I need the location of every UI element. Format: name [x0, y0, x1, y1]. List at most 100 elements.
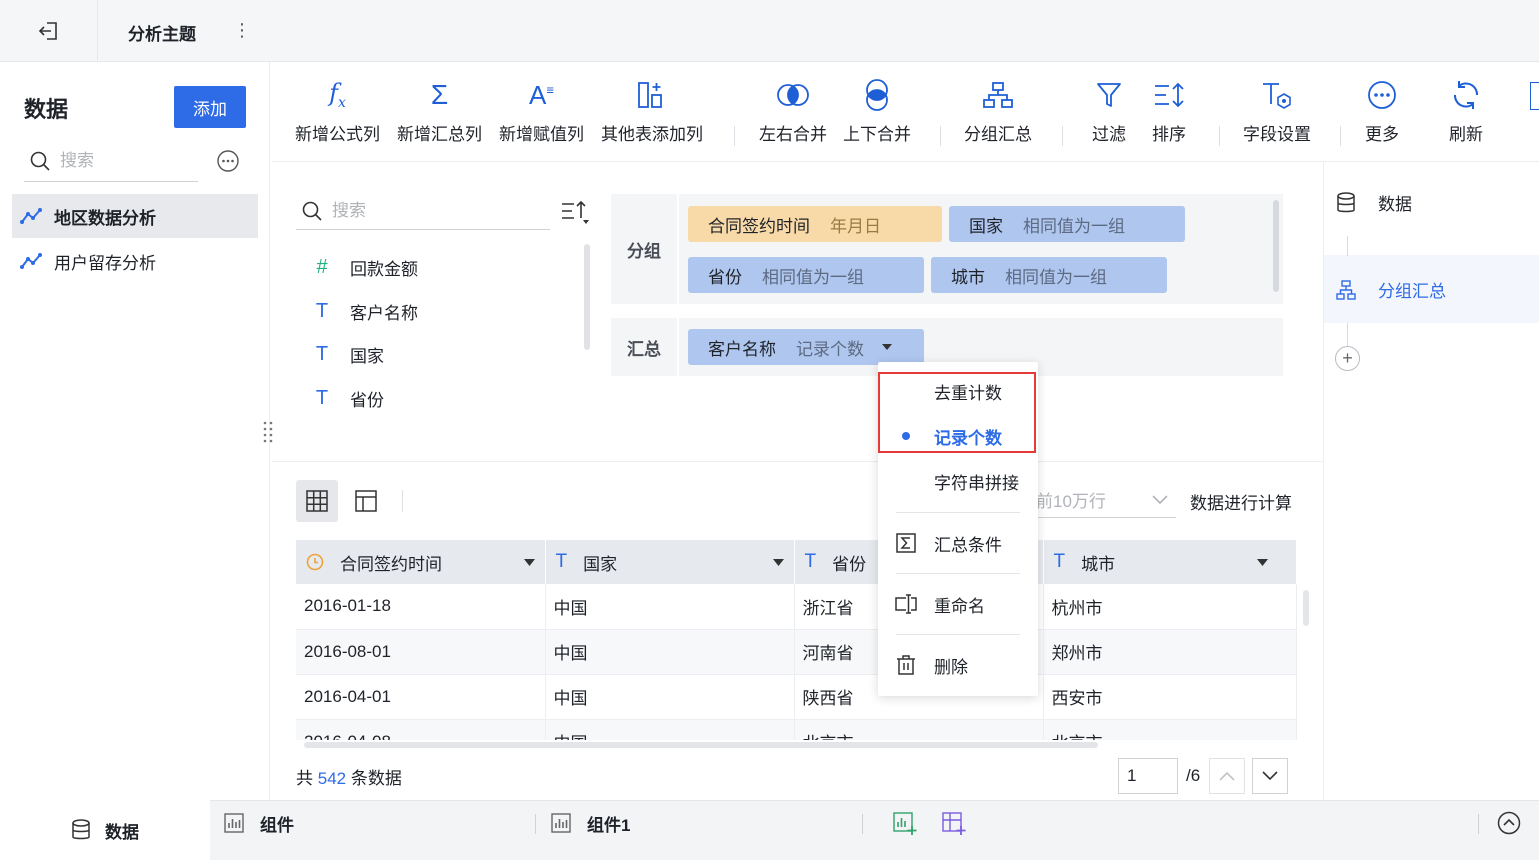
- topic-more-icon[interactable]: ⋮: [233, 18, 251, 42]
- exit-button[interactable]: [0, 0, 98, 62]
- add-dashboard-button[interactable]: [942, 812, 966, 836]
- field-settings-icon: [1263, 83, 1291, 109]
- field-item[interactable]: T 客户名称: [312, 294, 418, 328]
- group-scrollbar[interactable]: [1273, 200, 1279, 292]
- view-divider: [402, 490, 403, 512]
- add-summary-column-button[interactable]: Σ 新增汇总列: [397, 78, 482, 145]
- page-down-button[interactable]: [1252, 758, 1288, 794]
- add-assign-column-button[interactable]: A≡ 新增赋值列: [499, 78, 584, 145]
- chevron-down-icon: [1152, 494, 1168, 504]
- tab-divider: [862, 814, 863, 834]
- field-item[interactable]: # 回款金额: [312, 250, 418, 284]
- database-icon: [1337, 191, 1355, 212]
- add-component-button[interactable]: [893, 812, 917, 836]
- plus-icon: +: [1342, 348, 1353, 368]
- field-search-input[interactable]: [332, 200, 512, 221]
- add-dashboard-icon: [942, 812, 966, 835]
- sort-button[interactable]: 排序: [1152, 78, 1186, 145]
- more-button[interactable]: 更多: [1365, 78, 1399, 145]
- step-data[interactable]: 数据: [1336, 190, 1412, 215]
- menu-item-summary-condition[interactable]: 汇总条件: [878, 521, 1038, 565]
- table-vertical-scrollbar[interactable]: [1303, 590, 1309, 626]
- toolbar-divider: [1219, 126, 1220, 146]
- drag-dots-icon: [263, 421, 273, 443]
- add-column-from-other-table-button[interactable]: 其他表添加列: [601, 78, 703, 145]
- table-horizontal-scrollbar[interactable]: [304, 742, 1098, 748]
- group-chip-contract-date[interactable]: 合同签约时间 年月日: [688, 206, 942, 242]
- column-header-contract-date[interactable]: 合同签约时间: [296, 540, 546, 584]
- menu-divider: [896, 573, 1020, 574]
- page-total: /6: [1186, 766, 1201, 785]
- field-settings-button[interactable]: 字段设置: [1243, 78, 1311, 145]
- rename-icon: [895, 594, 917, 614]
- layout-view-button[interactable]: [345, 480, 387, 522]
- chevron-up-circle-icon: [1497, 811, 1521, 835]
- group-chip-city[interactable]: 城市 相同值为一组: [931, 257, 1167, 293]
- menu-divider: [896, 634, 1020, 635]
- field-sort-button[interactable]: [560, 200, 590, 226]
- column-header-country[interactable]: T 国家: [545, 540, 795, 584]
- group-summary-button[interactable]: 分组汇总: [964, 78, 1032, 145]
- caret-down-icon[interactable]: [1256, 558, 1268, 566]
- left-right-merge-button[interactable]: 左右合并: [759, 78, 827, 145]
- bottom-tab-component[interactable]: 组件: [224, 800, 294, 846]
- toolbar-divider: [940, 126, 941, 146]
- table-cell: 中国: [545, 674, 795, 720]
- group-chip-country[interactable]: 国家 相同值为一组: [949, 206, 1185, 242]
- caret-down-icon[interactable]: [523, 558, 535, 566]
- sidebar-more-button[interactable]: [216, 149, 240, 173]
- toolbar-divider: [1062, 126, 1063, 146]
- text-type-icon: T: [315, 342, 329, 365]
- summary-chip-customer[interactable]: 客户名称 记录个数: [688, 329, 924, 365]
- add-step-button[interactable]: +: [1335, 346, 1360, 371]
- field-search: [296, 192, 550, 230]
- sidebar-item-retention-analysis[interactable]: 用户留存分析: [12, 239, 258, 283]
- add-button[interactable]: 添加: [174, 86, 246, 128]
- collapse-button[interactable]: [1497, 811, 1521, 835]
- up-down-merge-button[interactable]: 上下合并: [843, 78, 911, 145]
- filter-button[interactable]: 过滤: [1092, 78, 1126, 145]
- refresh-icon: [1453, 81, 1479, 109]
- page-number-input[interactable]: [1118, 758, 1178, 794]
- caret-down-icon[interactable]: [772, 558, 784, 566]
- bottom-tab-component1[interactable]: 组件1: [551, 800, 630, 846]
- resize-handle[interactable]: [262, 420, 274, 444]
- page-up-button[interactable]: [1209, 758, 1245, 794]
- more-circle-icon: [1368, 81, 1396, 109]
- refresh-button[interactable]: 刷新: [1449, 78, 1483, 145]
- sidebar-search-input[interactable]: [60, 150, 180, 171]
- field-item[interactable]: T 省份: [312, 381, 384, 415]
- step-connector: [1347, 323, 1348, 346]
- table-cell: 2016-04-01: [296, 674, 546, 720]
- save-icon[interactable]: [1530, 82, 1539, 110]
- database-icon: [72, 819, 90, 840]
- hierarchy-icon: [1336, 279, 1356, 300]
- topic-title: 分析主题: [128, 25, 196, 44]
- line-chart-icon: [20, 208, 42, 224]
- field-list-scrollbar[interactable]: [584, 244, 590, 350]
- field-item[interactable]: T 国家: [312, 337, 384, 371]
- text-type-icon: T: [315, 299, 329, 322]
- step-group-summary[interactable]: 分组汇总: [1336, 277, 1446, 302]
- menu-item-rename[interactable]: 重命名: [878, 582, 1038, 626]
- tab-divider: [1478, 814, 1479, 834]
- caret-down-icon[interactable]: [882, 344, 892, 350]
- sidebar-item-region-analysis[interactable]: 地区数据分析: [12, 194, 258, 238]
- column-header-city[interactable]: T 城市: [1043, 540, 1297, 584]
- table-cell: 西安市: [1043, 674, 1297, 720]
- table-view-button[interactable]: [296, 480, 338, 522]
- row-limit-select[interactable]: 前10万行: [1036, 482, 1176, 518]
- menu-item-delete[interactable]: 删除: [878, 643, 1038, 687]
- bottom-tab-data[interactable]: 数据: [0, 800, 210, 860]
- table-row: 2016-04-01 中国 陕西省 西安市: [296, 674, 1297, 720]
- preview-divider: [272, 461, 1323, 462]
- toolbar-divider: [734, 126, 735, 146]
- search-icon: [302, 201, 322, 221]
- table-cell: 2016-08-01: [296, 629, 546, 675]
- menu-item-string-concat[interactable]: 字符串拼接: [878, 459, 1038, 503]
- add-column-icon: [638, 82, 662, 108]
- venn-ud-icon: [866, 79, 888, 111]
- add-formula-column-button[interactable]: fx 新增公式列: [295, 78, 380, 145]
- sort-list-icon: [562, 200, 589, 224]
- group-chip-province[interactable]: 省份 相同值为一组: [688, 257, 924, 293]
